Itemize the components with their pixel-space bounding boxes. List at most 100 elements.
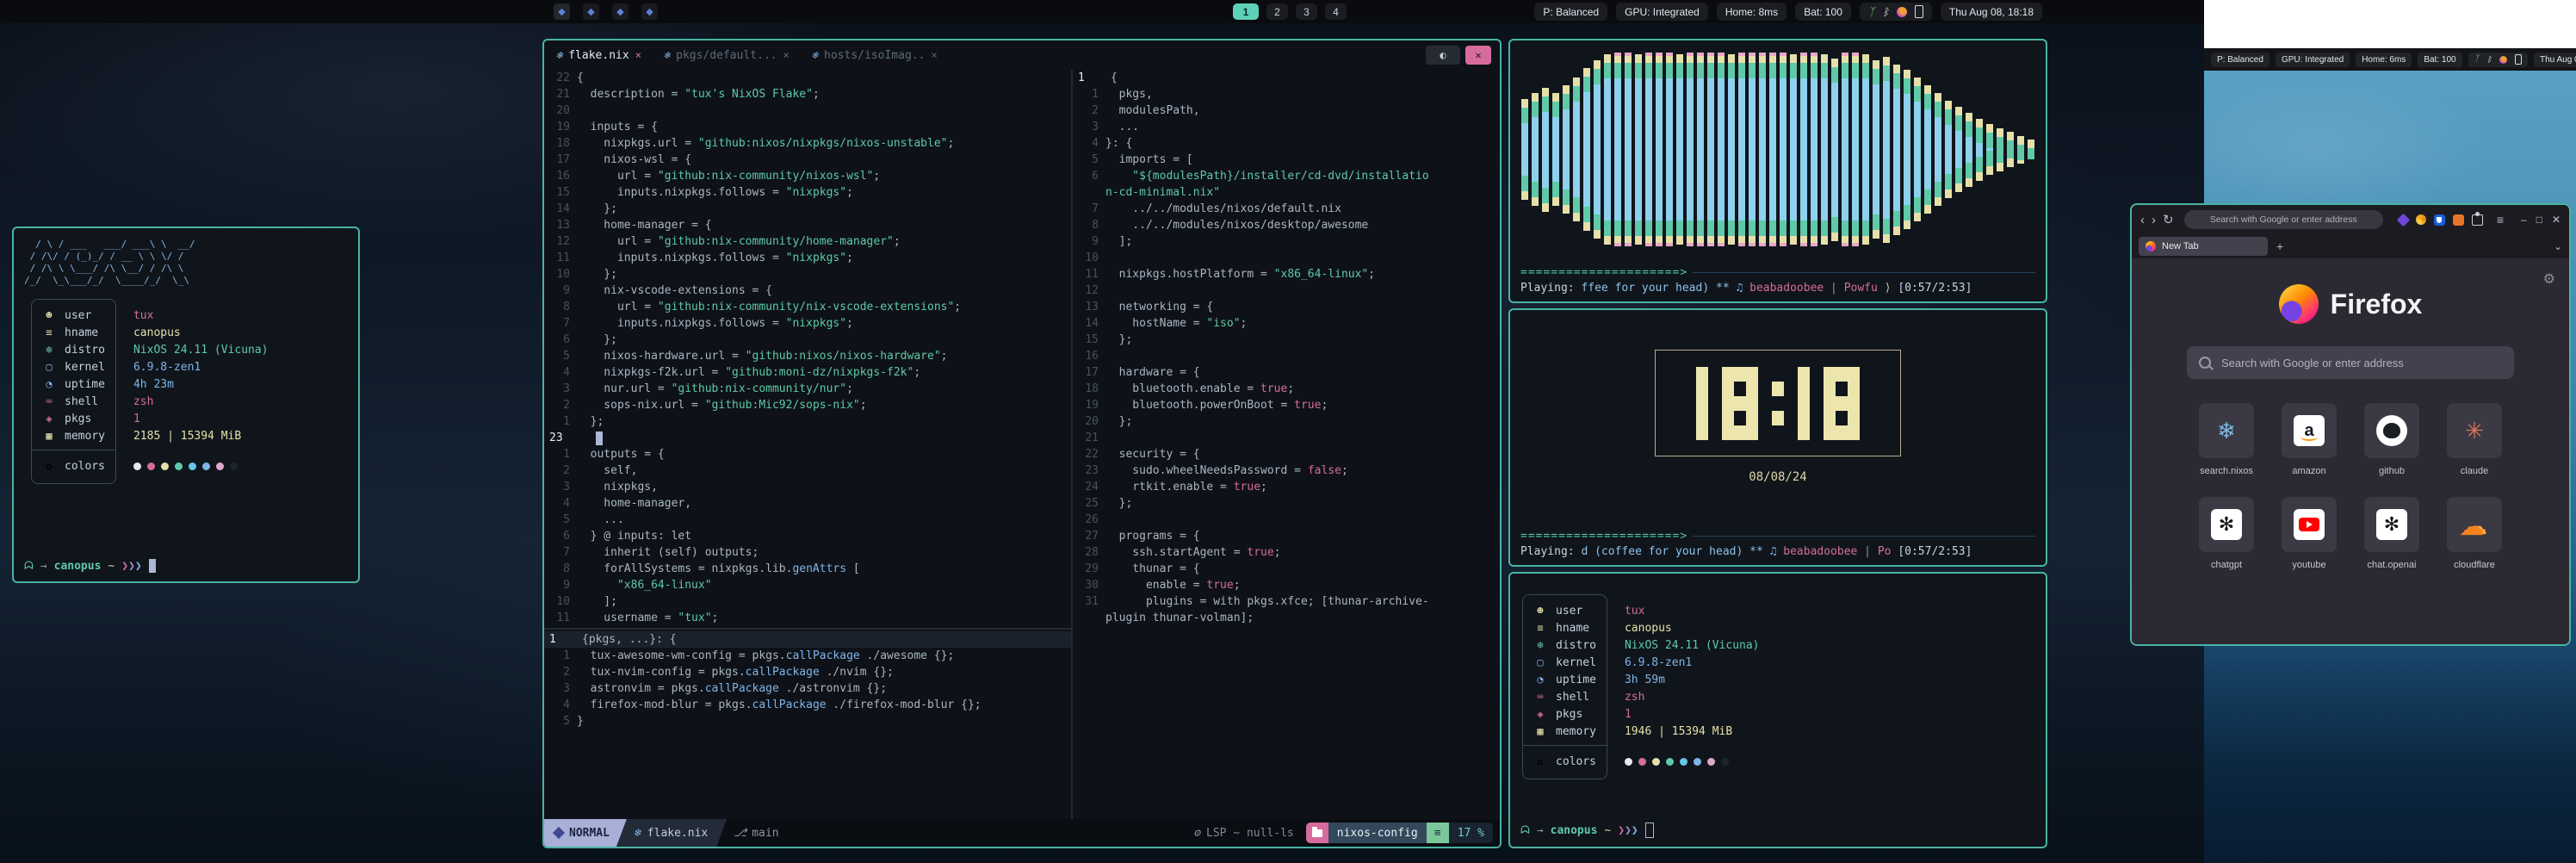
firefox-window[interactable]: ‹ › ↻ Search with Google or enter addres… (2130, 203, 2571, 646)
cava-bar (1676, 54, 1683, 245)
launcher-app-icon[interactable]: ◆ (641, 3, 658, 20)
launcher-app-icon[interactable]: ◆ (583, 3, 599, 20)
terminal-clock[interactable]: 08/08/24 =====================>Playing: … (1508, 308, 2047, 567)
cava-bar (1945, 101, 1952, 198)
status-pill: Bat: 100 (2418, 53, 2461, 67)
shortcut-youtube[interactable]: youtube (2268, 497, 2350, 570)
shortcut-amazon[interactable]: aamazon (2268, 403, 2350, 476)
cursor (596, 432, 603, 445)
launcher-app-icon[interactable]: ◆ (612, 3, 629, 20)
terminal-fetch-right[interactable]: ☻user≡hname❄distro▢kernel◔uptime⌨shell◈p… (1508, 572, 2047, 848)
line-number: 18 (1073, 382, 1105, 395)
code-line: 9 nix-vscode-extensions = { (544, 282, 1071, 299)
system-fetch: ☻user≡hname❄distro▢kernel◔uptime⌨shell◈p… (31, 299, 348, 484)
launcher-app-icon[interactable]: ◆ (554, 3, 570, 20)
code-line: 18 nixpkgs.url = "github:nixos/nixpkgs/n… (544, 135, 1071, 152)
terminal-fetch-left[interactable]: / \ / ___ ___/ ___\ \ __/ / /\/ / (_)_/ … (12, 227, 360, 583)
extensions-puzzle-icon[interactable] (2472, 214, 2483, 226)
shortcut-chat-openai[interactable]: ✻chat.openai (2350, 497, 2433, 570)
neovim-window[interactable]: ❄flake.nix×❄pkgs/default...×❄hosts/isoIm… (542, 39, 1502, 848)
workspace-tag-2[interactable]: 2 (1266, 3, 1288, 20)
extension-diamond-icon[interactable] (2397, 213, 2411, 227)
pane-iso-image[interactable]: 1{1 pkgs,2 modulesPath,3 ...4}: {5 impor… (1073, 70, 1500, 819)
shortcut-chatgpt[interactable]: ✻chatgpt (2185, 497, 2268, 570)
tab-close-icon[interactable]: × (635, 49, 641, 61)
extension-swoosh-icon[interactable] (2416, 214, 2426, 225)
network-icon: ᛉ (1868, 6, 1875, 17)
horizontal-split[interactable] (544, 628, 1071, 630)
workspace-tag-1[interactable]: 1 (1233, 3, 1259, 20)
tab-new-tab[interactable]: New Tab (2139, 237, 2268, 256)
fetch-row-kernel: ▢kernel (42, 358, 105, 376)
workspace-tag-4[interactable]: 4 (1325, 3, 1347, 20)
fetch-row-shell: ⌨shell (42, 393, 105, 410)
status-pill: P: Balanced (1534, 3, 1607, 21)
claude-icon: ✳ (2465, 418, 2484, 444)
status-pill: Home: 6ms (2356, 53, 2412, 67)
fox-extension-icon[interactable] (2453, 214, 2464, 226)
new-tab-button[interactable]: + (2276, 239, 2283, 253)
newtab-search-input[interactable]: Search with Google or enter address (2187, 346, 2514, 379)
pane-flake-nix[interactable]: 22{21 description = "tux's NixOS Flake";… (544, 70, 1071, 819)
user-icon: ☻ (1533, 605, 1547, 617)
maximize-button[interactable]: □ (2536, 214, 2542, 226)
fetch-box: ☻user≡hname❄distro▢kernel◔uptime⌨shell◈p… (1522, 594, 1607, 779)
cava-bar (1625, 53, 1632, 246)
editor-tab-flake-nix[interactable]: ❄flake.nix× (556, 49, 641, 62)
line-number: 20 (1073, 415, 1105, 428)
now-playing-a: =====================>Playing: ffee for … (1520, 266, 2035, 295)
cava-bar (2007, 132, 2014, 167)
tab-close-icon[interactable]: × (783, 49, 790, 61)
bitwarden-icon[interactable] (2434, 214, 2445, 226)
code-line: 20 (544, 102, 1071, 119)
color-dot (161, 463, 169, 470)
lsp-status: LSP ~ null-ls (1206, 827, 1294, 840)
line-number: 3 (544, 382, 577, 395)
tab-overflow-chevron-icon[interactable]: ⌄ (2554, 240, 2562, 252)
tab-label: flake.nix (568, 49, 629, 62)
code-line: 18 bluetooth.enable = true; (1073, 381, 1500, 397)
code-line: 3 astronvim = pkgs.callPackage ./astronv… (544, 680, 1071, 697)
line-text: { (577, 71, 584, 84)
line-number: 8 (1073, 219, 1105, 232)
line-text: }; (1105, 333, 1132, 346)
minimize-button[interactable]: – (2521, 214, 2527, 226)
close-button[interactable]: ✕ (2552, 214, 2561, 226)
shortcut-cloudflare[interactable]: ☁☁cloudflare (2433, 497, 2516, 570)
forward-button[interactable]: › (2152, 214, 2156, 227)
code-line: 9 ]; (1073, 233, 1500, 250)
reload-button[interactable]: ↻ (2163, 214, 2174, 227)
window-close-button[interactable]: ✕ (1465, 46, 1491, 65)
workspace-tag-3[interactable]: 3 (1296, 3, 1317, 20)
line-number: 15 (544, 186, 577, 199)
shell-icon: ⌨ (42, 395, 56, 407)
menu-button[interactable]: ≡ (2497, 213, 2504, 227)
shortcut-tile: ❄ (2199, 403, 2254, 458)
code-line: 23 (544, 430, 1071, 446)
editor-tab-pkgs-default-[interactable]: ❄pkgs/default...× (664, 49, 790, 62)
line-number: 8 (544, 301, 577, 314)
editor-tab-hosts-isoImag-[interactable]: ❄hosts/isoImag..× (812, 49, 938, 62)
window-toggle-button[interactable]: ◐ (1426, 46, 1460, 65)
line-text: plugin thunar-volman]; (1105, 612, 1254, 624)
terminal-cava[interactable]: =====================>Playing: ffee for … (1508, 39, 2047, 303)
code-line: 12 url = "github:nix-community/home-mana… (544, 233, 1071, 250)
shortcut-github[interactable]: github (2350, 403, 2433, 476)
line-number: 22 (544, 71, 577, 84)
cava-bar (1800, 53, 1807, 246)
code-line: 7 ../../modules/nixos/default.nix (1073, 201, 1500, 217)
line-number: 21 (544, 88, 577, 101)
line-number: 5 (544, 350, 577, 363)
tab-close-icon[interactable]: × (931, 49, 937, 61)
code-line: 17 hardware = { (1073, 364, 1500, 381)
code-line: 22{ (544, 70, 1071, 86)
fetch-label: hname (65, 326, 98, 339)
page-settings-gear-icon[interactable]: ⚙ (2543, 270, 2555, 288)
shortcut-claude[interactable]: ✳claude (2433, 403, 2516, 476)
line-text: tux-nvim-config = pkgs.callPackage ./nvi… (577, 666, 894, 679)
shortcut-search-nixos[interactable]: ❄search.nixos (2185, 403, 2268, 476)
url-bar[interactable]: Search with Google or enter address (2184, 210, 2383, 229)
line-text: home-manager = { (577, 219, 712, 232)
back-button[interactable]: ‹ (2140, 214, 2145, 227)
yt-lozenge (2299, 518, 2319, 531)
